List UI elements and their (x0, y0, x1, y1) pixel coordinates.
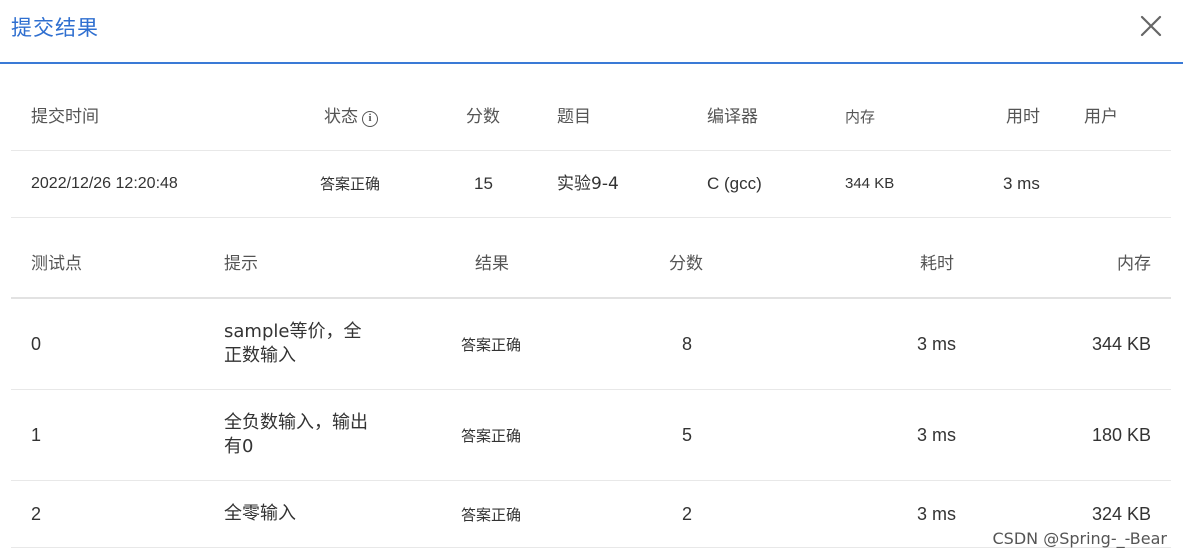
test-time-cell: 3 ms (917, 333, 957, 354)
test-hint-cell: 全零输入 (224, 481, 374, 547)
header-score: 分数 (466, 107, 500, 127)
test-result-cell: 答案正确 (461, 426, 522, 445)
test-score-cell: 8 (682, 333, 693, 354)
test-time-cell: 3 ms (917, 503, 957, 524)
header-test-point: 测试点 (31, 254, 82, 274)
dialog-title: 提交结果 (11, 16, 99, 40)
test-point-cell: 0 (31, 333, 42, 354)
table-row: 0 sample等价，全正数输入 答案正确 8 3 ms 344 KB (11, 299, 1171, 390)
summary-row: 2022/12/26 12:20:48 答案正确 15 实验9-4 C (gcc… (11, 151, 1171, 218)
header-user: 用户 (1084, 107, 1118, 127)
header-time: 用时 (1006, 107, 1040, 127)
test-points-table: 测试点 提示 结果 分数 耗时 内存 0 sample等价，全正数输入 答案正确… (11, 232, 1171, 548)
close-icon[interactable] (1139, 14, 1163, 38)
submit-time-value: 2022/12/26 12:20:48 (31, 175, 178, 192)
header-result: 结果 (475, 254, 509, 274)
submission-summary-table: 提交时间 状态 i 分数 题目 编译器 内存 用时 用户 2022/12/26 1… (11, 84, 1171, 218)
test-score-cell: 2 (682, 503, 693, 524)
summary-header-row: 提交时间 状态 i 分数 题目 编译器 内存 用时 用户 (11, 84, 1171, 151)
status-value: 答案正确 (320, 175, 381, 193)
header-compiler: 编译器 (707, 107, 758, 127)
header-test-memory: 内存 (1117, 254, 1151, 274)
watermark: CSDN @Spring-_-Bear (992, 529, 1167, 548)
header-status: 状态 i (324, 84, 378, 150)
header-test-score: 分数 (669, 254, 703, 274)
memory-value: 344 KB (845, 175, 895, 192)
test-hint-text: 全负数输入，输出有0 (224, 412, 368, 457)
info-icon[interactable]: i (362, 111, 378, 127)
dialog-header: 提交结果 (0, 0, 1183, 64)
test-hint-cell: 全负数输入，输出有0 (224, 390, 374, 480)
test-point-cell: 1 (31, 424, 42, 445)
header-problem: 题目 (557, 107, 591, 127)
compiler-value: C (gcc) (707, 174, 762, 193)
header-status-label: 状态 (324, 107, 358, 127)
header-memory: 内存 (845, 108, 876, 126)
test-hint-text: sample等价，全正数输入 (224, 321, 362, 366)
test-memory-cell: 180 KB (1091, 424, 1151, 445)
problem-link[interactable]: 实验9-4 (557, 151, 619, 217)
test-memory-cell: 344 KB (1091, 333, 1151, 354)
test-result-cell: 答案正确 (461, 505, 522, 524)
test-time-cell: 3 ms (917, 424, 957, 445)
header-submit-time: 提交时间 (31, 107, 99, 127)
header-test-time: 耗时 (920, 254, 954, 274)
submission-result-dialog: 提交结果 提交时间 状态 i 分数 题目 编译器 内存 用时 用户 2022/12… (0, 0, 1183, 558)
test-result-cell: 答案正确 (461, 335, 522, 354)
time-value: 3 ms (1003, 174, 1040, 193)
test-score-cell: 5 (682, 424, 693, 445)
test-point-cell: 2 (31, 503, 42, 524)
table-row: 1 全负数输入，输出有0 答案正确 5 3 ms 180 KB (11, 390, 1171, 481)
tests-header-row: 测试点 提示 结果 分数 耗时 内存 (11, 232, 1171, 299)
score-value: 15 (474, 174, 493, 193)
test-hint-text: 全零输入 (224, 503, 296, 524)
test-hint-cell: sample等价，全正数输入 (224, 299, 374, 389)
header-hint: 提示 (224, 254, 258, 274)
